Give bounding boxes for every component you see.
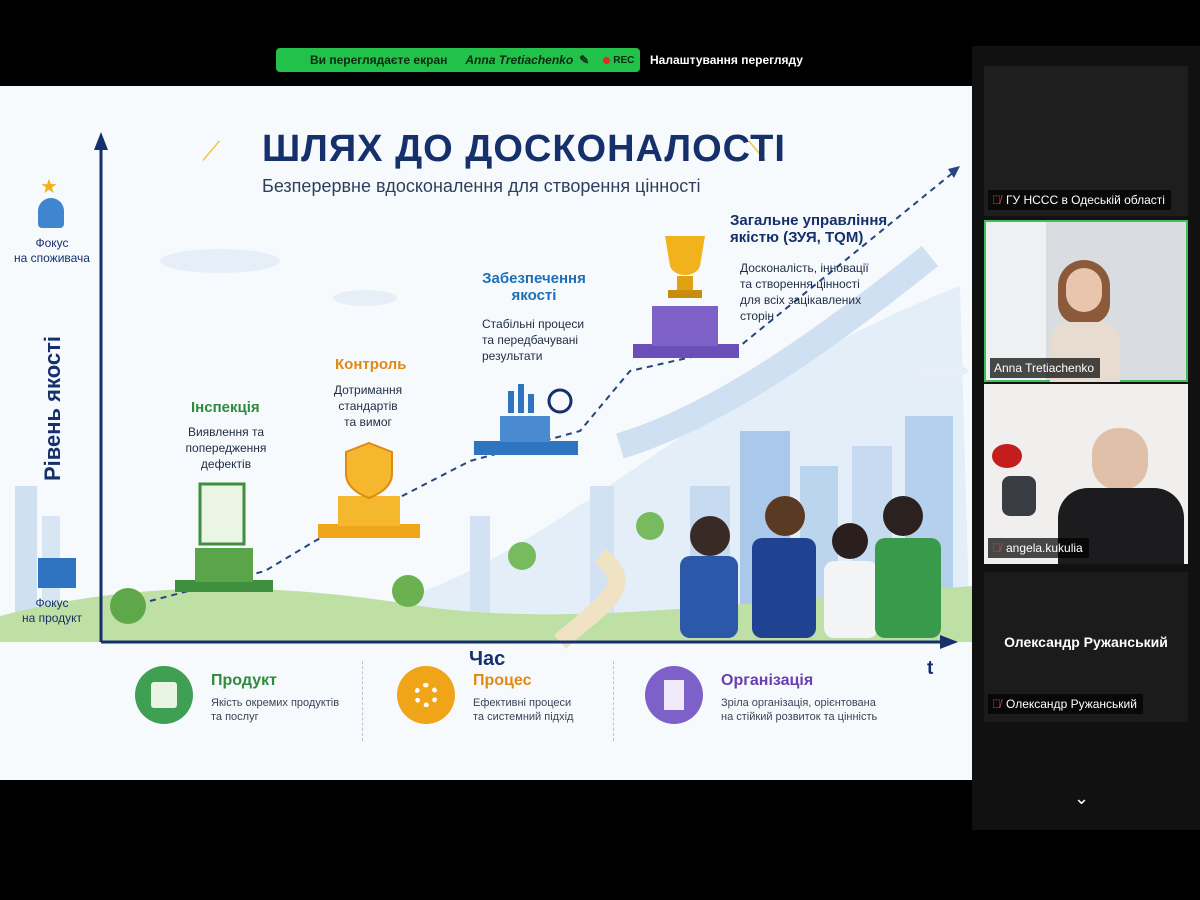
- desc-line: та створення цінності: [740, 277, 860, 291]
- participant-tile-active-speaker[interactable]: Anna Tretiachenko: [984, 220, 1188, 382]
- legend-process-desc: Ефективні процеси та системний підхід: [473, 696, 573, 724]
- presenter-name: Anna Tretiachenko: [465, 53, 574, 67]
- desc-line: для всіх зацікавлених: [740, 293, 862, 307]
- y-top-label-line2: на споживача: [14, 251, 90, 265]
- slide-title: ШЛЯХ ДО ДОСКОНАЛОСТІ: [262, 128, 786, 170]
- desc-line: стандартів: [338, 399, 398, 413]
- step-tqm-desc: Досконалість, інновації та створення цін…: [740, 260, 880, 324]
- participant-name-tag: 🎙̸ angela.kukulia: [988, 538, 1089, 558]
- sharing-text: Ви переглядаєте екран: [310, 53, 448, 67]
- pin-icon: ✎: [579, 53, 590, 67]
- box-icon: [135, 666, 193, 724]
- y-top-label-line1: Фокус: [35, 236, 69, 250]
- step-control-title: Контроль: [335, 356, 407, 373]
- legend-organization-title: Організація: [721, 672, 814, 689]
- mic-muted-icon: 🎙̸: [992, 541, 1001, 555]
- mic-muted-icon: 🎙̸: [992, 697, 1001, 711]
- legend-product: Продукт Якість окремих продуктів та посл…: [135, 666, 355, 736]
- participant-name-tag: 🎙̸ Олександр Ружанський: [988, 694, 1143, 714]
- title-line: Загальне управління: [730, 212, 888, 229]
- desc-line: Якість окремих продуктів: [211, 697, 340, 709]
- participant-name: ГУ НССС в Одеській області: [1006, 193, 1165, 207]
- building-icon: [645, 666, 703, 724]
- legend-divider: [362, 661, 363, 741]
- legend-organization: Організація Зріла організація, орієнтова…: [645, 666, 905, 736]
- legend-process: Процес Ефективні процеси та системний пі…: [397, 666, 617, 736]
- mic-muted-icon: 🎙̸: [992, 193, 1001, 207]
- person-face: [1066, 268, 1102, 312]
- participant-tile[interactable]: 🎙̸ ГУ НССС в Одеській області: [984, 66, 1188, 216]
- y-bottom-label: Фокус на продукт: [0, 596, 104, 626]
- y-top-label: Фокус на споживача: [0, 236, 104, 266]
- desc-line: Виявлення та: [187, 425, 265, 439]
- step-assurance-title: Забезпечення якості: [482, 270, 586, 304]
- participant-name: Anna Tretiachenko: [994, 361, 1095, 375]
- title-line: якістю (ЗУЯ, TQM): [730, 229, 864, 246]
- desc-line: та передбачувані: [482, 333, 579, 347]
- video-background: [986, 222, 1046, 380]
- star-icon: ★: [40, 176, 58, 198]
- legend-product-title: Продукт: [211, 672, 277, 689]
- legend-product-desc: Якість окремих продуктів та послуг: [211, 696, 339, 724]
- desc-line: результати: [482, 349, 543, 363]
- y-bottom-label-line2: на продукт: [21, 611, 83, 625]
- chevron-down-icon[interactable]: ⌄: [1074, 788, 1089, 809]
- sparkle-left-icon: ⟋: [202, 136, 221, 166]
- title-line: Забезпечення: [482, 270, 586, 287]
- desc-line: та системний підхід: [473, 711, 574, 723]
- participant-name-tag: Anna Tretiachenko: [990, 358, 1101, 378]
- participants-panel: 🎙̸ ГУ НССС в Одеській області Anna Treti…: [972, 46, 1200, 830]
- plant-decor: [992, 444, 1022, 468]
- person-face: [1092, 428, 1148, 490]
- shared-slide: ⟋ ⟍ ШЛЯХ ДО ДОСКОНАЛОСТІ Безперервне вдо…: [0, 86, 974, 780]
- participant-name-tag: 🎙̸ ГУ НССС в Одеській області: [988, 190, 1171, 210]
- step-control-desc: Дотримання стандартів та вимог: [318, 382, 418, 430]
- desc-line: Стабільні процеси: [482, 317, 585, 331]
- desc-line: Ефективні процеси: [473, 697, 572, 709]
- desc-line: та вимог: [344, 415, 392, 429]
- step-inspection-desc: Виявлення та попередження дефектів: [176, 424, 276, 472]
- legend-divider: [613, 661, 614, 741]
- step-tqm-title: Загальне управління якістю (ЗУЯ, TQM): [730, 212, 887, 246]
- desc-line: сторін: [740, 309, 775, 323]
- participant-tile[interactable]: 🎙̸ angela.kukulia: [984, 384, 1188, 564]
- legend-process-title: Процес: [473, 672, 532, 689]
- desc-line: на стійкий розвиток та цінність: [721, 711, 878, 723]
- participant-display-name: Олександр Ружанський: [1004, 634, 1168, 650]
- desc-line: Дотримання: [333, 383, 403, 397]
- slide-subtitle: Безперервне вдосконалення для створення …: [262, 176, 701, 196]
- customer-icon: [38, 198, 64, 228]
- desc-line: дефектів: [200, 457, 252, 471]
- desc-line: попередження: [185, 441, 267, 455]
- legend-organization-desc: Зріла організація, орієнтована на стійки…: [721, 696, 877, 724]
- desc-line: Зріла організація, орієнтована: [721, 697, 876, 709]
- product-box-icon: [38, 558, 76, 588]
- view-settings-button[interactable]: Налаштування перегляду: [650, 53, 803, 67]
- step-assurance-desc: Стабільні процеси та передбачувані резул…: [482, 316, 592, 364]
- desc-line: та послуг: [211, 711, 259, 723]
- rec-label: REC: [613, 54, 635, 66]
- y-axis-label: Рівень якості: [40, 335, 65, 481]
- backpack-decor: [1002, 476, 1036, 516]
- x-axis-end-label: t: [927, 658, 934, 679]
- participant-tile[interactable]: Олександр Ружанський 🎙̸ Олександр Ружанс…: [984, 572, 1188, 722]
- step-inspection-title: Інспекція: [191, 399, 260, 416]
- gear-icon: [397, 666, 455, 724]
- screen-share-indicator[interactable]: Ви переглядаєте екран Anna Tretiachenko …: [276, 48, 640, 72]
- rec-dot-icon: [603, 56, 611, 64]
- desc-line: Досконалість, інновації: [740, 261, 869, 275]
- y-bottom-label-line1: Фокус: [35, 596, 69, 610]
- participant-name: angela.kukulia: [1006, 541, 1083, 555]
- participant-name: Олександр Ружанський: [1006, 697, 1137, 711]
- recording-indicator: REC: [603, 55, 634, 66]
- title-line: якості: [511, 287, 557, 304]
